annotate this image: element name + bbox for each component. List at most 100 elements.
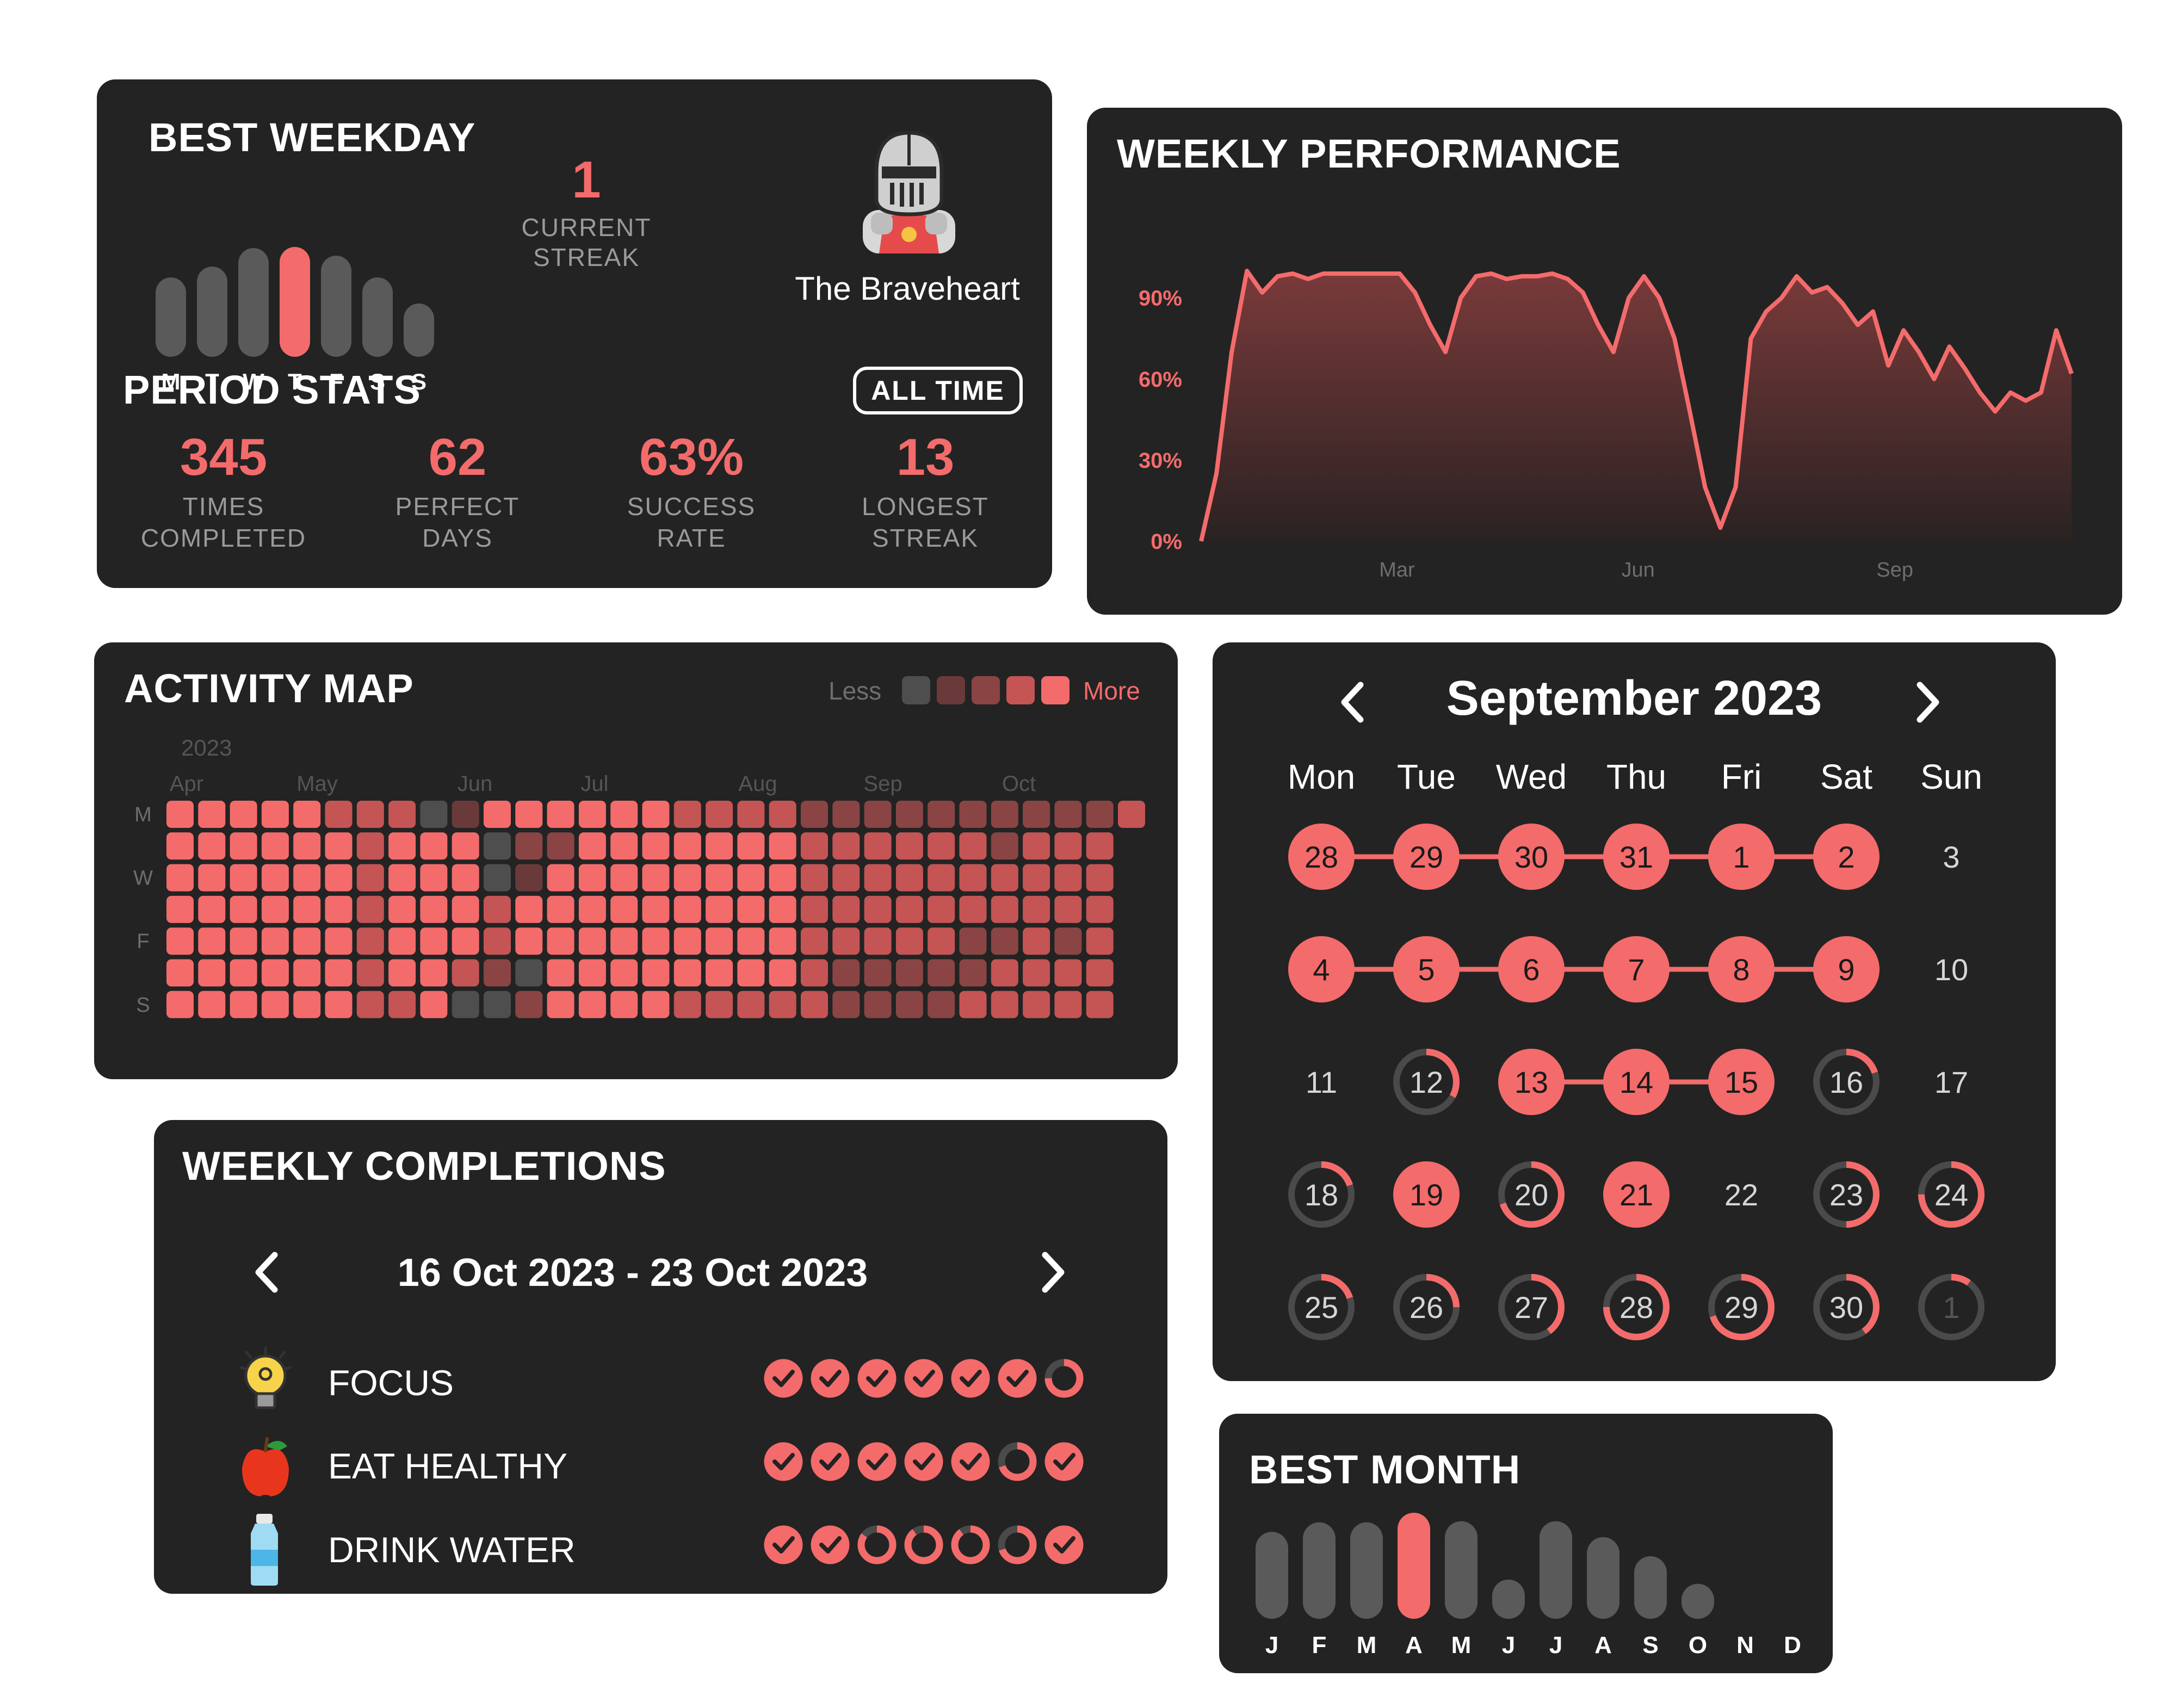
calendar-day[interactable]: 31 <box>1603 824 1670 890</box>
activity-cell <box>642 927 670 955</box>
activity-cell <box>198 927 226 955</box>
activity-cell <box>1023 959 1050 987</box>
activity-cell <box>737 832 765 860</box>
month-bar <box>1682 1583 1714 1619</box>
all-time-filter-button[interactable]: ALL TIME <box>853 367 1023 414</box>
habit-progress-ring[interactable] <box>951 1525 990 1564</box>
check-circle-icon[interactable] <box>951 1442 990 1481</box>
check-circle-icon[interactable] <box>1044 1525 1084 1564</box>
activity-cell <box>769 927 796 955</box>
calendar-day[interactable]: 6 <box>1498 936 1565 1002</box>
check-circle-icon[interactable] <box>1044 1442 1084 1481</box>
check-circle-icon[interactable] <box>811 1359 850 1398</box>
activity-cell <box>484 895 511 923</box>
calendar-day[interactable]: 4 <box>1288 936 1355 1002</box>
calendar-day[interactable]: 30 <box>1498 824 1565 890</box>
calendar-day[interactable]: 27 <box>1498 1274 1565 1340</box>
calendar-day[interactable]: 16 <box>1813 1049 1880 1115</box>
calendar-day[interactable]: 30 <box>1813 1274 1880 1340</box>
calendar-day[interactable]: 18 <box>1288 1161 1355 1228</box>
activity-cell <box>166 959 194 987</box>
activity-cell <box>198 801 226 828</box>
check-circle-icon[interactable] <box>811 1525 850 1564</box>
calendar-day[interactable]: 29 <box>1393 824 1460 890</box>
calendar-day[interactable]: 8 <box>1708 936 1775 1002</box>
activity-cell <box>1054 991 1082 1018</box>
activity-cell <box>388 801 416 828</box>
month-bar <box>1587 1537 1619 1619</box>
habit-progress-ring[interactable] <box>857 1525 897 1564</box>
current-streak-label-1: CURRENT <box>521 213 652 242</box>
calendar-day[interactable]: 21 <box>1603 1161 1670 1228</box>
calendar-day-number: 15 <box>1724 1065 1758 1099</box>
month-bar <box>1492 1579 1525 1619</box>
calendar-day[interactable]: 15 <box>1708 1049 1775 1115</box>
activity-cell <box>293 864 321 892</box>
check-circle-icon[interactable] <box>857 1359 897 1398</box>
activity-cell <box>864 991 892 1018</box>
activity-cell <box>706 991 733 1018</box>
calendar-day[interactable]: 7 <box>1603 936 1670 1002</box>
month-bar-label: D <box>1784 1632 1801 1659</box>
calendar-day[interactable]: 1 <box>1708 824 1775 890</box>
calendar-day[interactable]: 29 <box>1708 1274 1775 1340</box>
calendar-day[interactable]: 9 <box>1813 936 1880 1002</box>
check-circle-icon[interactable] <box>811 1442 850 1481</box>
calendar-day[interactable]: 26 <box>1393 1274 1460 1340</box>
calendar-day[interactable]: 24 <box>1918 1161 1985 1228</box>
activity-cell <box>1086 927 1114 955</box>
habit-progress-ring[interactable] <box>998 1442 1037 1481</box>
best-month-card: BEST MONTH JFMAMJJASOND <box>1219 1414 1833 1673</box>
habit-progress-ring[interactable] <box>1044 1359 1084 1398</box>
month-bar-label: F <box>1312 1632 1327 1659</box>
activity-cell <box>610 832 638 860</box>
activity-cell <box>706 801 733 828</box>
activity-cell <box>325 959 353 987</box>
calendar-day[interactable]: 19 <box>1393 1161 1460 1228</box>
activity-cell <box>452 927 479 955</box>
period-stat-value: 62 <box>428 428 487 486</box>
calendar-day[interactable]: 5 <box>1393 936 1460 1002</box>
check-circle-icon[interactable] <box>904 1442 943 1481</box>
calendar-day[interactable]: 23 <box>1813 1161 1880 1228</box>
calendar-day[interactable]: 11 <box>1306 1065 1337 1099</box>
calendar-day[interactable]: 20 <box>1498 1161 1565 1228</box>
calendar-day[interactable]: 14 <box>1603 1049 1670 1115</box>
check-circle-icon[interactable] <box>764 1442 803 1481</box>
habit-progress-ring[interactable] <box>904 1525 943 1564</box>
activity-cell <box>356 832 384 860</box>
habit-progress-ring[interactable] <box>998 1525 1037 1564</box>
activity-cell <box>325 864 353 892</box>
activity-cell <box>832 927 860 955</box>
calendar-day[interactable]: 17 <box>1934 1065 1968 1099</box>
check-circle-icon[interactable] <box>764 1359 803 1398</box>
calendar-day[interactable]: 10 <box>1934 952 1968 987</box>
activity-cell <box>420 864 448 892</box>
check-circle-icon[interactable] <box>764 1525 803 1564</box>
activity-cell <box>864 895 892 923</box>
calendar-day[interactable]: 28 <box>1603 1274 1670 1340</box>
calendar-day[interactable]: 3 <box>1943 840 1959 874</box>
check-circle-icon[interactable] <box>857 1442 897 1481</box>
check-circle-icon[interactable] <box>904 1359 943 1398</box>
calendar-day[interactable]: 2 <box>1813 824 1880 890</box>
activity-cell <box>959 801 987 828</box>
calendar-day[interactable]: 1 <box>1918 1274 1985 1340</box>
activity-cell <box>1086 832 1114 860</box>
activity-cell <box>673 864 701 892</box>
calendar-day[interactable]: 28 <box>1288 824 1355 890</box>
activity-cell <box>1086 959 1114 987</box>
calendar-day[interactable]: 12 <box>1393 1049 1460 1115</box>
check-circle-icon[interactable] <box>998 1359 1037 1398</box>
month-bar-label: A <box>1594 1632 1612 1659</box>
month-bar-label: J <box>1265 1632 1278 1659</box>
activity-cell <box>166 927 194 955</box>
calendar-day[interactable]: 22 <box>1724 1178 1758 1212</box>
y-tick-label: 30% <box>1139 449 1182 473</box>
check-circle-icon[interactable] <box>951 1359 990 1398</box>
calendar-day[interactable]: 13 <box>1498 1049 1565 1115</box>
calendar-day[interactable]: 25 <box>1288 1274 1355 1340</box>
activity-cell <box>515 895 543 923</box>
activity-cell <box>673 927 701 955</box>
calendar-day-number: 19 <box>1410 1178 1443 1212</box>
